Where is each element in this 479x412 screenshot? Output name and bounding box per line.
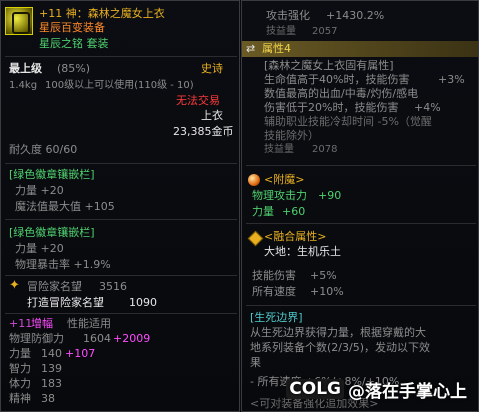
divider — [5, 219, 237, 220]
set-attr-title: [森林之魔女上衣固有属性] — [264, 59, 394, 72]
shuffle-icon: ⇄ — [246, 42, 256, 55]
item-tooltip-main: +11 神：森林之魔女上衣 星辰百变装备 星辰之铭 套装 最上级 (85%) 史… — [0, 0, 240, 412]
attr-line-value: +3% — [438, 73, 465, 86]
enchant-stat-value: +90 — [318, 189, 342, 202]
border-desc: 从生死边界获得力量，根据穿戴的大 — [250, 326, 426, 339]
durability: 耐久度 60/60 — [9, 143, 78, 156]
divider — [5, 275, 237, 276]
attr-line: 数值最高的出血/中毒/灼伤/感电 — [264, 87, 419, 100]
rarity: 史诗 — [201, 62, 223, 75]
trade-status: 无法交易 — [176, 94, 220, 107]
item-tooltip-detail: 攻击强化 +1430.2% 技益量 2057 ⇄ 属性4 [森林之魔女上衣固有属… — [241, 0, 479, 412]
attack-label: 攻击强化 — [266, 9, 310, 22]
int-label: 智力 — [9, 362, 31, 375]
attr-line: 生命值高于40%时，技能伤害 — [264, 73, 410, 86]
enchant-title: <附魔> — [264, 173, 305, 186]
emblem-stat: 力量 +20 — [15, 242, 64, 255]
fame-label: 冒险家名望 — [27, 280, 82, 293]
fusion-subtitle: 大地：生机乐土 — [264, 245, 341, 258]
vit-label: 体力 — [9, 377, 31, 390]
attack-value: +1430.2% — [326, 9, 385, 22]
grade-label: 最上级 — [9, 62, 42, 75]
enchant-orb-icon — [248, 174, 260, 186]
divider — [246, 165, 476, 166]
spi-label: 精神 — [9, 392, 31, 405]
border-desc: 果 — [250, 356, 261, 369]
weight: 1.4kg — [9, 80, 38, 91]
gain-value: 2057 — [312, 26, 338, 37]
amp-name: 增幅 — [31, 317, 53, 330]
level-requirement: 100级以上可以使用(110级 - 10) — [45, 80, 194, 91]
gain-value: 2078 — [312, 144, 338, 155]
str-base: 140 — [41, 347, 62, 360]
watermark: COLG @落在手掌心上 — [286, 377, 467, 402]
fusion-title: <融合属性> — [264, 230, 327, 243]
watermark-text: @落在手掌心上 — [348, 381, 467, 402]
gain-label: 技益量 — [266, 26, 296, 37]
attr-line-value: +4% — [414, 101, 441, 114]
amp-type: 性能适用 — [67, 317, 111, 330]
crafted-fame-label: 打造冒险家名望 — [27, 296, 104, 309]
divider — [5, 163, 237, 164]
divider — [246, 305, 476, 306]
fame-value: 3516 — [99, 280, 127, 293]
spi-value: 38 — [41, 392, 55, 405]
skill-damage-value: +5% — [310, 269, 337, 282]
border-title: [生死边界] — [250, 311, 303, 324]
divider — [5, 56, 237, 57]
price: 23,385金币 — [173, 125, 234, 138]
attr-line: 技能除外） — [264, 129, 319, 142]
set-name: 星辰之铭 套装 — [39, 37, 109, 50]
enchant-stat-label: 物理攻击力 — [252, 189, 307, 202]
phys-def-base: 1604 — [83, 332, 111, 345]
attr-line: 伤害低于20%时，技能伤害 — [264, 101, 399, 114]
fame-icon: ✦ — [9, 278, 20, 293]
emblem-stat: 力量 +20 — [15, 184, 64, 197]
emblem-slot-title: [绿色徽章镶嵌栏] — [9, 226, 95, 239]
divider — [5, 313, 237, 314]
item-icon — [5, 7, 33, 35]
watermark-logo: COLG — [286, 379, 344, 399]
emblem-stat: 魔法值最大值 +105 — [15, 200, 115, 213]
border-desc: 地系列装备个数(2/3/5)，发动以下效 — [250, 341, 430, 354]
enchant-stat-label: 力量 — [252, 205, 274, 218]
crafted-fame-value: 1090 — [129, 296, 157, 309]
item-title: +11 神：森林之魔女上衣 — [39, 7, 165, 20]
speed-value: +10% — [310, 285, 344, 298]
emblem-slot-title: [绿色徽章镶嵌栏] — [9, 168, 95, 181]
divider — [246, 223, 476, 224]
vit-value: 183 — [41, 377, 62, 390]
attr-line: 辅助职业技能冷却时间 -5%（觉醒 — [264, 115, 432, 128]
enchant-stat-value: +60 — [282, 205, 306, 218]
phys-def-add: +2009 — [113, 332, 151, 345]
fusion-diamond-icon — [247, 230, 264, 247]
str-add: +107 — [65, 347, 96, 360]
str-label: 力量 — [9, 347, 31, 360]
amp-level: +11 — [9, 317, 33, 330]
speed-label: 所有速度 — [252, 285, 296, 298]
grade-pct: (85%) — [57, 62, 91, 75]
item-subtitle: 星辰百变装备 — [39, 21, 105, 34]
gain-label: 技益量 — [264, 144, 294, 155]
emblem-stat: 物理暴击率 +1.9% — [15, 258, 111, 271]
int-value: 139 — [41, 362, 62, 375]
attribute-label: 属性4 — [262, 42, 291, 55]
slot-type: 上衣 — [201, 109, 223, 122]
phys-def-label: 物理防御力 — [9, 332, 64, 345]
skill-damage-label: 技能伤害 — [252, 269, 296, 282]
